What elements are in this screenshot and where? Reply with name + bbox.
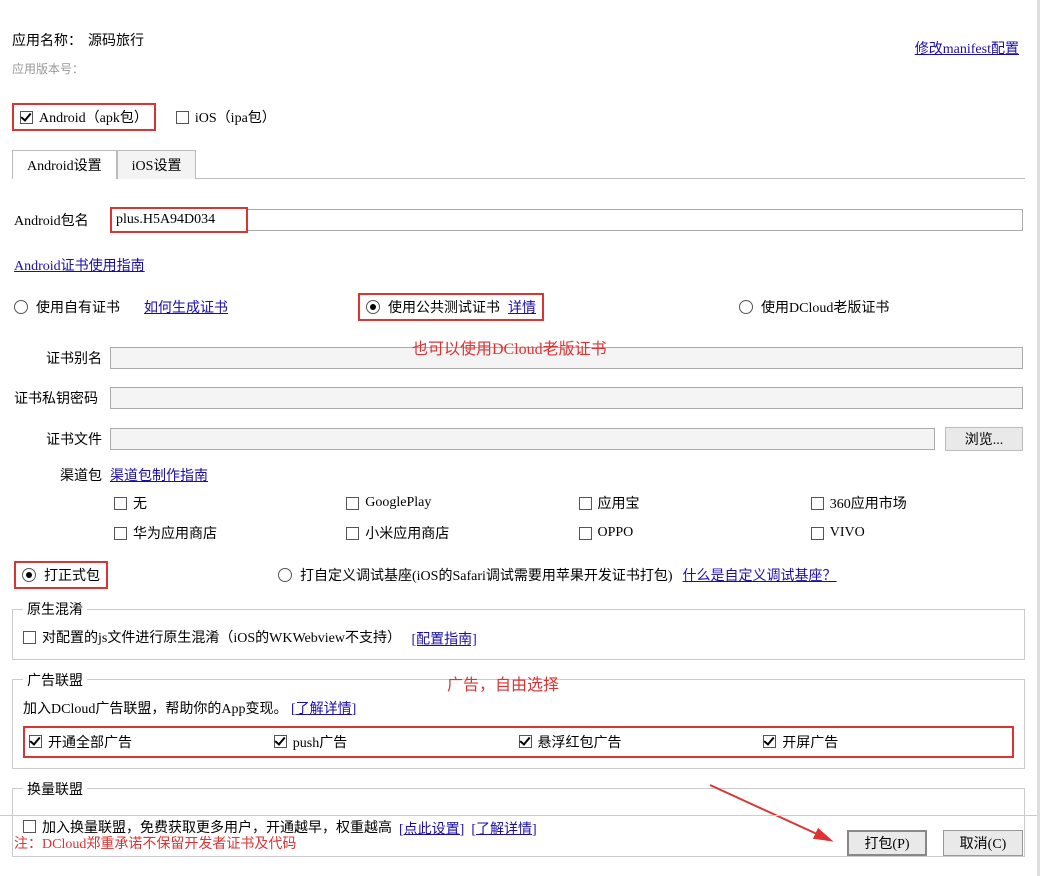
checkbox-icon bbox=[346, 497, 359, 510]
ads-detail-link[interactable]: [了解详情] bbox=[291, 702, 356, 717]
checkbox-channel-none[interactable]: 无 bbox=[114, 493, 326, 513]
checkbox-icon bbox=[114, 497, 127, 510]
radio-icon bbox=[366, 300, 380, 314]
checkbox-icon bbox=[579, 527, 592, 540]
checkbox-ad-push[interactable]: push广告 bbox=[274, 732, 519, 752]
checkbox-icon bbox=[20, 111, 33, 124]
checkbox-channel-360[interactable]: 360应用市场 bbox=[811, 493, 1023, 513]
checkbox-icon bbox=[579, 497, 592, 510]
checkbox-ios-label: iOS（ipa包） bbox=[195, 107, 276, 127]
checkbox-channel-huawei[interactable]: 华为应用商店 bbox=[114, 523, 326, 543]
browse-button[interactable]: 浏览... bbox=[945, 427, 1023, 451]
cert-file-label: 证书文件 bbox=[14, 429, 110, 449]
fieldset-native-mixed: 原生混淆 对配置的js文件进行原生混淆（iOS的WKWebview不支持） [配… bbox=[12, 599, 1025, 660]
checkbox-icon bbox=[519, 735, 532, 748]
android-package-label: Android包名 bbox=[14, 210, 110, 230]
checkbox-channel-oppo[interactable]: OPPO bbox=[579, 523, 791, 543]
tab-android[interactable]: Android设置 bbox=[12, 150, 117, 179]
cancel-button[interactable]: 取消(C) bbox=[943, 830, 1023, 856]
checkbox-icon bbox=[114, 527, 127, 540]
radio-own-cert[interactable]: 使用自有证书 bbox=[14, 297, 144, 317]
checkbox-icon bbox=[811, 497, 824, 510]
checkbox-native-mixed[interactable]: 对配置的js文件进行原生混淆（iOS的WKWebview不支持） bbox=[23, 627, 401, 647]
app-version-label: 应用版本号： bbox=[12, 60, 1025, 77]
checkbox-android-label: Android（apk包） bbox=[39, 107, 148, 127]
cert-key-input[interactable] bbox=[110, 387, 1023, 409]
checkbox-channel-googleplay[interactable]: GooglePlay bbox=[346, 493, 558, 513]
checkbox-ios[interactable]: iOS（ipa包） bbox=[176, 107, 276, 127]
radio-build-official-label: 打正式包 bbox=[44, 565, 100, 585]
native-mixed-label: 对配置的js文件进行原生混淆（iOS的WKWebview不支持） bbox=[42, 627, 401, 647]
cert-alias-label: 证书别名 bbox=[14, 348, 110, 368]
fieldset-ads: 广告联盟 加入DCloud广告联盟，帮助你的App变现。 [了解详情] 广告，自… bbox=[12, 670, 1025, 769]
checkbox-channel-xiaomi[interactable]: 小米应用商店 bbox=[346, 523, 558, 543]
radio-dcloud-cert-label: 使用DCloud老版证书 bbox=[761, 297, 889, 317]
checkbox-icon bbox=[176, 111, 189, 124]
manifest-link[interactable]: 修改manifest配置 bbox=[915, 38, 1019, 58]
radio-own-cert-label: 使用自有证书 bbox=[36, 297, 120, 317]
radio-build-custom-label: 打自定义调试基座(iOS的Safari调试需要用苹果开发证书打包) bbox=[300, 565, 673, 585]
radio-public-cert[interactable]: 使用公共测试证书 bbox=[366, 297, 500, 317]
android-package-input-ext[interactable] bbox=[248, 209, 1023, 231]
legend-ads: 广告联盟 bbox=[23, 670, 87, 690]
legend-exchange: 换量联盟 bbox=[23, 779, 87, 799]
radio-icon bbox=[739, 300, 753, 314]
checkbox-ad-splash[interactable]: 开屏广告 bbox=[763, 732, 1008, 752]
legend-native-mixed: 原生混淆 bbox=[23, 599, 87, 619]
tab-ios[interactable]: iOS设置 bbox=[117, 150, 197, 179]
app-name-value: 源码旅行 bbox=[88, 30, 144, 50]
radio-build-official[interactable]: 打正式包 bbox=[22, 565, 100, 585]
radio-build-custom[interactable]: 打自定义调试基座(iOS的Safari调试需要用苹果开发证书打包) bbox=[278, 565, 673, 585]
android-package-input[interactable] bbox=[112, 209, 246, 231]
cert-key-label: 证书私钥密码 bbox=[14, 388, 110, 408]
checkbox-icon bbox=[29, 735, 42, 748]
channel-label: 渠道包 bbox=[14, 465, 110, 485]
radio-public-cert-label: 使用公共测试证书 bbox=[388, 297, 500, 317]
build-button[interactable]: 打包(P) bbox=[847, 830, 927, 856]
cert-file-input[interactable] bbox=[110, 428, 935, 450]
checkbox-ad-float[interactable]: 悬浮红包广告 bbox=[519, 732, 764, 752]
native-mixed-guide-link[interactable]: [配置指南] bbox=[411, 633, 476, 648]
annotation-cert-hint: 也可以使用DCloud老版证书 bbox=[412, 335, 607, 359]
public-cert-detail-link[interactable]: 详情 bbox=[508, 297, 536, 317]
checkbox-icon bbox=[763, 735, 776, 748]
checkbox-icon bbox=[23, 631, 36, 644]
checkbox-ad-all[interactable]: 开通全部广告 bbox=[29, 732, 274, 752]
checkbox-icon bbox=[274, 735, 287, 748]
ads-desc: 加入DCloud广告联盟，帮助你的App变现。 bbox=[23, 702, 287, 717]
checkbox-icon bbox=[346, 527, 359, 540]
channel-guide-link[interactable]: 渠道包制作指南 bbox=[110, 465, 208, 485]
radio-icon bbox=[22, 568, 36, 582]
cert-guide-link[interactable]: Android证书使用指南 bbox=[14, 259, 145, 274]
radio-icon bbox=[278, 568, 292, 582]
radio-icon bbox=[14, 300, 28, 314]
custom-build-info-link[interactable]: 什么是自定义调试基座？ bbox=[683, 565, 837, 585]
checkbox-channel-yyb[interactable]: 应用宝 bbox=[579, 493, 791, 513]
checkbox-android[interactable]: Android（apk包） bbox=[20, 107, 148, 127]
how-generate-cert-link[interactable]: 如何生成证书 bbox=[144, 297, 228, 317]
footer-note: 注：DCloud郑重承诺不保留开发者证书及代码 bbox=[14, 833, 296, 853]
checkbox-icon bbox=[811, 527, 824, 540]
checkbox-channel-vivo[interactable]: VIVO bbox=[811, 523, 1023, 543]
radio-dcloud-cert[interactable]: 使用DCloud老版证书 bbox=[739, 297, 889, 317]
annotation-ad-hint: 广告，自由选择 bbox=[447, 671, 559, 695]
app-name-label: 应用名称： bbox=[12, 30, 82, 50]
